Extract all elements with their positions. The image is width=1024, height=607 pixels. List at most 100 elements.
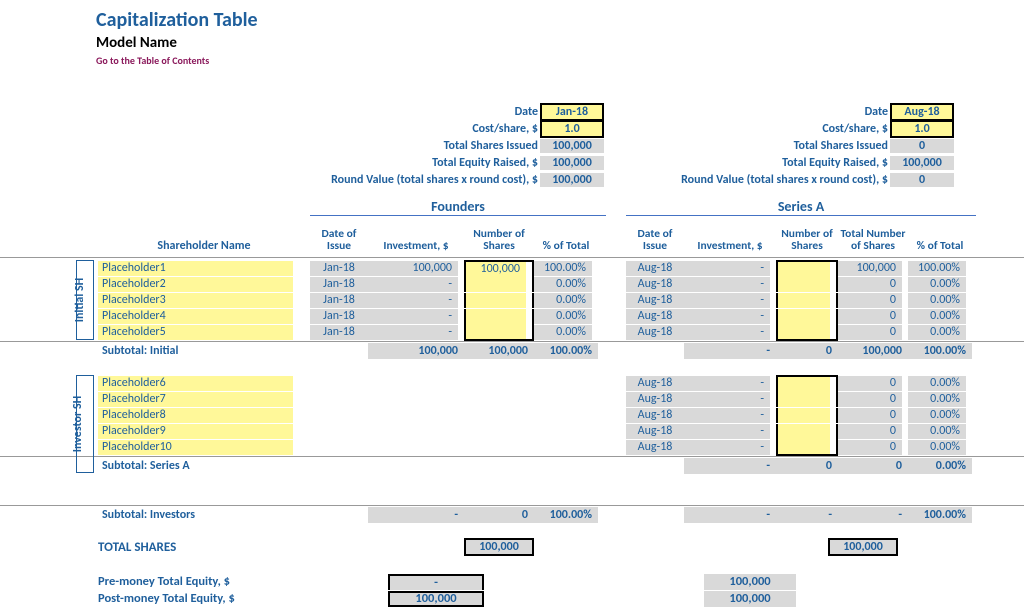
shareholder-name[interactable]: Placeholder10 (98, 440, 293, 455)
cell-inv-s: - (684, 392, 770, 407)
cell-inv: - (368, 277, 458, 292)
cell-pct-s: 0.00% (908, 408, 966, 423)
cell-inv: - (368, 325, 458, 340)
total-shares-label: TOTAL SHARES (98, 540, 388, 555)
shareholder-name[interactable]: Placeholder1 (98, 261, 293, 276)
cell-num-shares[interactable] (466, 277, 526, 292)
cell-num-s[interactable] (778, 293, 830, 308)
sub-sa-pct: 0.00% (908, 458, 972, 474)
subtotal-investors-label: Subtotal: Investors (98, 508, 310, 522)
section-seriesa: Series A (626, 198, 976, 216)
table-row: Placeholder5 Jan-18 - 0.00% Aug-18 - 0 0… (0, 324, 1024, 340)
cell-pct-s: 0.00% (908, 277, 966, 292)
shareholder-name[interactable]: Placeholder4 (98, 309, 293, 324)
post-money-f: 100,000 (388, 591, 484, 607)
sub-inv-f-pct: 100.00% (534, 507, 598, 523)
col-inv-f: Investment, $ (368, 238, 464, 257)
cell-date: Jan-18 (310, 293, 368, 308)
post-money-s: 100,000 (704, 591, 796, 607)
model-name: Model Name (96, 34, 1024, 52)
shareholder-name[interactable]: Placeholder5 (98, 325, 293, 340)
seriesa-equity: 100,000 (890, 156, 954, 170)
cell-pct-s: 0.00% (908, 309, 966, 324)
cell-date-s: Aug-18 (626, 325, 684, 340)
cell-tot-s: 0 (838, 309, 902, 324)
page-title: Capitalization Table (96, 8, 1024, 32)
cell-tot-s: 0 (838, 325, 902, 340)
col-num-f: Number of Shares (464, 226, 534, 257)
sub-inv-s-inv: - (684, 507, 776, 523)
cell-num-s[interactable] (778, 392, 830, 407)
sub-inv-f-num: 0 (464, 507, 534, 523)
sub-init-s-pct: 100.00% (908, 343, 972, 359)
cell-num-s[interactable] (778, 262, 830, 277)
cell-num-s[interactable] (778, 309, 830, 324)
label-cost-sa: Cost/share, $ (822, 122, 888, 136)
total-shares-founders: 100,000 (464, 538, 534, 556)
table-row: Placeholder7 Aug-18 - 0 0.00% (0, 391, 1024, 407)
post-money-label: Post-money Total Equity, $ (98, 591, 388, 606)
cell-num-s[interactable] (778, 408, 830, 423)
table-row: Placeholder2 Jan-18 - 0.00% Aug-18 - 0 0… (0, 276, 1024, 292)
cell-num-shares[interactable]: 100,000 (466, 262, 526, 277)
table-row: Placeholder10 Aug-18 - 0 0.00% (0, 439, 1024, 455)
col-date-s: Date of Issue (626, 226, 684, 257)
founders-round: 100,000 (540, 173, 604, 187)
label-date: Date (515, 105, 538, 119)
cell-pct-s: 0.00% (908, 325, 966, 340)
cell-tot-s: 0 (838, 392, 902, 407)
sub-inv-s-pct: 100.00% (908, 507, 972, 523)
cell-date: Jan-18 (310, 261, 368, 276)
cell-date-s: Aug-18 (626, 440, 684, 455)
label-equity-sa: Total Equity Raised, $ (782, 156, 888, 170)
col-pct-s: % of Total (908, 238, 972, 257)
pre-money-f: - (388, 574, 484, 590)
label-shares-sa: Total Shares Issued (794, 139, 888, 153)
label-cost: Cost/share, $ (472, 122, 538, 136)
cell-date: Jan-18 (310, 309, 368, 324)
founders-cost[interactable]: 1.0 (540, 120, 604, 138)
table-row: Placeholder1 Jan-18 100,000 100,000 100.… (0, 260, 1024, 276)
cell-num-shares[interactable] (466, 324, 526, 339)
col-shareholder: Shareholder Name (98, 239, 310, 257)
sub-init-s-tot: 100,000 (838, 343, 908, 359)
label-round: Round Value (total shares x round cost),… (331, 173, 538, 187)
toc-link[interactable]: Go to the Table of Contents (96, 54, 1024, 67)
seriesa-shares: 0 (890, 139, 954, 153)
founders-date[interactable]: Jan-18 (540, 103, 604, 121)
cell-num-shares[interactable] (466, 293, 526, 308)
label-date-sa: Date (865, 105, 888, 119)
sub-inv-s-num: - (776, 507, 838, 523)
shareholder-name[interactable]: Placeholder8 (98, 408, 293, 423)
cell-num-s[interactable] (778, 277, 830, 292)
col-tot-s: Total Number of Shares (838, 226, 908, 257)
seriesa-date[interactable]: Aug-18 (890, 103, 954, 121)
seriesa-round: 0 (890, 173, 954, 187)
pre-money-label: Pre-money Total Equity, $ (98, 574, 388, 589)
subtotal-initial-label: Subtotal: Initial (98, 344, 310, 358)
shareholder-name[interactable]: Placeholder6 (98, 376, 293, 391)
sub-sa-tot: 0 (838, 458, 908, 474)
cell-num-shares[interactable] (466, 309, 526, 324)
shareholder-name[interactable]: Placeholder7 (98, 392, 293, 407)
table-row: Placeholder8 Aug-18 - 0 0.00% (0, 407, 1024, 423)
cell-tot-s: 0 (838, 408, 902, 423)
cell-tot-s: 0 (838, 440, 902, 455)
cell-num-s[interactable] (778, 424, 830, 439)
cell-date-s: Aug-18 (626, 376, 684, 391)
cell-num-s[interactable] (778, 324, 830, 339)
cell-inv: - (368, 293, 458, 308)
shareholder-name[interactable]: Placeholder3 (98, 293, 293, 308)
seriesa-cost[interactable]: 1.0 (890, 120, 954, 138)
shareholder-name[interactable]: Placeholder9 (98, 424, 293, 439)
shareholder-name[interactable]: Placeholder2 (98, 277, 293, 292)
cell-inv-s: - (684, 376, 770, 391)
cell-num-s[interactable] (778, 439, 830, 454)
cell-tot-s: 0 (838, 277, 902, 292)
section-founders: Founders (310, 198, 606, 216)
cell-inv-s: - (684, 408, 770, 423)
cell-num-s[interactable] (778, 377, 830, 392)
founders-equity: 100,000 (540, 156, 604, 170)
cell-date-s: Aug-18 (626, 261, 684, 276)
table-row: Placeholder6 Aug-18 - 0 0.00% (0, 375, 1024, 391)
